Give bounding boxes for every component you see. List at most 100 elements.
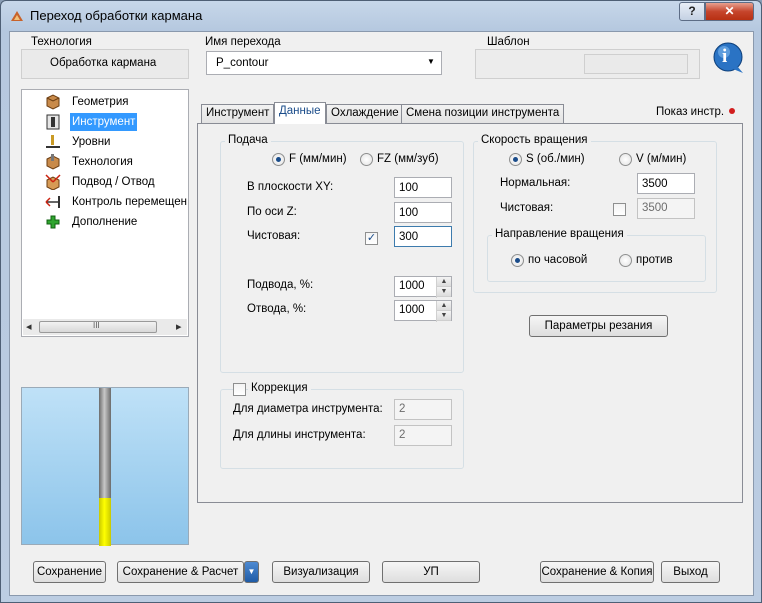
window-title: Переход обработки кармана: [30, 8, 203, 23]
operation-name-label: Имя перехода: [205, 36, 281, 48]
tab-tool-position-change[interactable]: Смена позиции инструмента: [401, 104, 565, 123]
scroll-left-icon[interactable]: ◂: [26, 320, 32, 333]
cw-label: по часовой: [528, 254, 588, 266]
navigation-tree[interactable]: Геометрия Инструмент Уровни Технология П…: [21, 89, 189, 337]
levels-icon: [46, 135, 60, 148]
close-button[interactable]: ✕: [705, 2, 754, 21]
ccw-radio[interactable]: [619, 254, 632, 267]
info-icon[interactable]: [712, 41, 746, 75]
tree-item-label: Инструмент: [70, 113, 138, 131]
geometry-icon: [46, 94, 60, 110]
ccw-label: против: [636, 254, 673, 266]
feed-xy-label: В плоскости XY:: [247, 181, 334, 193]
technology-value: Обработка кармана: [50, 57, 157, 69]
show-tool-label: Показ инстр.: [656, 106, 725, 118]
tree-item-label: Дополнение: [72, 216, 138, 228]
tab-panel: Подача F (мм/мин) FZ (мм/зуб) В плоскост…: [197, 123, 743, 503]
save-button[interactable]: Сохранение: [33, 561, 106, 583]
diameter-correction-label: Для диаметра инструмента:: [233, 403, 383, 415]
movement-control-icon: [45, 196, 60, 208]
feed-finish-checkbox[interactable]: ✓: [365, 232, 378, 245]
tree-item-label: Геометрия: [72, 96, 129, 108]
tree-item-label: Контроль перемещен: [72, 196, 187, 208]
retract-value: 1000: [399, 304, 425, 316]
template-field: [584, 54, 688, 74]
diameter-correction-input: 2: [394, 399, 452, 420]
save-copy-button[interactable]: Сохранение & Копия: [540, 561, 654, 583]
feed-f-label: F (мм/мин): [289, 153, 347, 165]
rotation-direction-group: Направление вращения по часовой против: [487, 228, 706, 282]
approach-spin[interactable]: ▲ ▼: [436, 277, 451, 298]
title-bar[interactable]: Переход обработки кармана ? ✕: [1, 1, 761, 31]
feed-title: Подача: [225, 134, 271, 146]
cutting-parameters-button[interactable]: Параметры резания: [529, 315, 668, 337]
length-correction-input: 2: [394, 425, 452, 446]
template-box: [475, 49, 700, 79]
feed-z-label: По оси Z:: [247, 206, 297, 218]
correction-title: Коррекция: [248, 382, 311, 394]
length-correction-label: Для длины инструмента:: [233, 429, 366, 441]
show-tool-indicator[interactable]: [729, 108, 735, 114]
speed-title: Скорость вращения: [478, 134, 591, 146]
speed-s-radio[interactable]: [509, 153, 522, 166]
speed-normal-label: Нормальная:: [500, 177, 571, 189]
retract-label: Отвода, %:: [247, 303, 307, 315]
tool-icon: [46, 114, 60, 130]
tab-tool[interactable]: Инструмент: [201, 104, 275, 123]
help-button[interactable]: ?: [679, 2, 705, 21]
feed-finish-label: Чистовая:: [247, 230, 301, 242]
feed-xy-input[interactable]: [394, 177, 452, 198]
chevron-down-icon: ▼: [427, 57, 435, 66]
correction-group: Коррекция Для диаметра инструмента: 2 Дл…: [220, 382, 464, 469]
feed-fz-radio[interactable]: [360, 153, 373, 166]
approach-value: 1000: [399, 280, 425, 292]
feed-group: Подача F (мм/мин) FZ (мм/зуб) В плоскост…: [220, 134, 464, 373]
feed-fz-label: FZ (мм/зуб): [377, 153, 439, 165]
retract-spin[interactable]: ▲ ▼: [436, 301, 451, 322]
scroll-thumb[interactable]: III: [39, 321, 157, 333]
tab-cooling[interactable]: Охлаждение: [326, 104, 404, 123]
speed-normal-input[interactable]: [637, 173, 695, 194]
operation-name-combo[interactable]: P_contour ▼: [206, 51, 442, 75]
tree-item-label: Технология: [72, 156, 133, 168]
template-label: Шаблон: [487, 36, 530, 48]
tree-item-label: Подвод / Отвод: [72, 176, 155, 188]
approach-label: Подвода, %:: [247, 279, 314, 291]
rotation-direction-title: Направление вращения: [492, 228, 627, 240]
speed-s-label: S (об./мин): [526, 153, 585, 165]
speed-v-label: V (м/мин): [636, 153, 687, 165]
feed-f-radio[interactable]: [272, 153, 285, 166]
scroll-right-icon[interactable]: ▸: [176, 320, 182, 333]
correction-checkbox[interactable]: [233, 383, 246, 396]
speed-finish-checkbox[interactable]: [613, 203, 626, 216]
nc-program-button[interactable]: УП: [382, 561, 480, 583]
dialog-body: Технология Обработка кармана Имя переход…: [9, 31, 754, 596]
technology-label: Технология: [31, 36, 92, 48]
approach-retract-icon: [45, 174, 61, 190]
cw-radio[interactable]: [511, 254, 524, 267]
speed-group: Скорость вращения S (об./мин) V (м/мин) …: [473, 134, 717, 293]
feed-finish-input[interactable]: [394, 226, 452, 247]
info-glyph: i: [722, 46, 728, 67]
addition-icon: [46, 215, 60, 229]
save-calc-button[interactable]: Сохранение & Расчет: [117, 561, 244, 583]
technology-icon: [46, 154, 60, 170]
speed-v-radio[interactable]: [619, 153, 632, 166]
dialog-window: Переход обработки кармана ? ✕ Технология…: [0, 0, 762, 603]
approach-stepper[interactable]: 1000 ▲ ▼: [394, 276, 452, 298]
tree-hscrollbar[interactable]: ◂ III ▸: [23, 319, 187, 335]
app-icon: [11, 11, 23, 21]
tree-item-label: Уровни: [72, 136, 111, 148]
operation-name-value: P_contour: [216, 57, 269, 69]
technology-value-box: Обработка кармана: [21, 49, 189, 79]
exit-button[interactable]: Выход: [661, 561, 720, 583]
speed-finish-label: Чистовая:: [500, 202, 554, 214]
save-calc-dropdown-icon[interactable]: ▼: [244, 561, 259, 583]
tool-cutting-part: [99, 498, 111, 546]
feed-z-input[interactable]: [394, 202, 452, 223]
tool-shank: [99, 388, 111, 498]
tab-data[interactable]: Данные: [274, 102, 326, 124]
retract-stepper[interactable]: 1000 ▲ ▼: [394, 300, 452, 322]
visualize-button[interactable]: Визуализация: [272, 561, 370, 583]
scroll-thumb-grip: III: [93, 321, 100, 330]
